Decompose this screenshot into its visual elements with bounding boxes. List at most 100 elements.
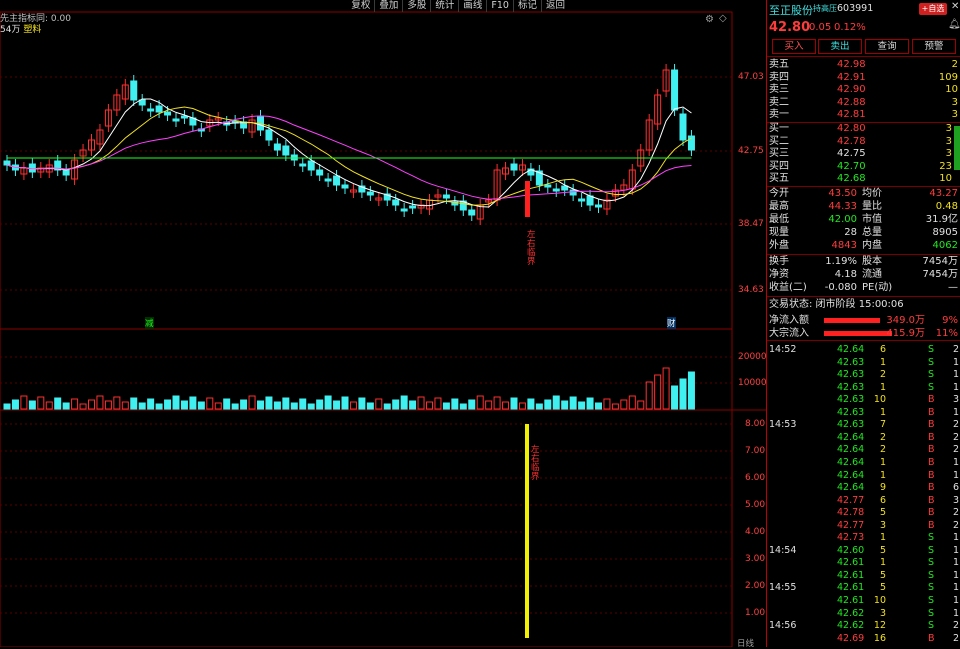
bid-price: 42.70 — [837, 160, 866, 172]
volume-bar — [130, 397, 138, 410]
volume-bar — [358, 397, 366, 410]
toolbar-button-tongji[interactable]: 统计 — [430, 0, 458, 12]
tick-price: 42.62 — [837, 607, 865, 619]
tick-row[interactable]: 42.77 6 B 3 — [767, 495, 960, 508]
tick-row[interactable]: 42.63 1 S 1 — [767, 382, 960, 395]
buy-button[interactable]: 买入 — [772, 39, 816, 54]
tick-row[interactable]: 42.64 9 B 6 — [767, 482, 960, 495]
ask-volume: 3 — [951, 109, 958, 121]
bid-level[interactable]: 买一 42.80 3 — [767, 123, 960, 136]
ask-price: 42.91 — [837, 71, 866, 83]
kline-chart[interactable] — [0, 0, 766, 647]
ask-level[interactable]: 卖三 42.90 10 — [767, 84, 960, 97]
stat-row: 今开 43.50 均价 43.27 — [767, 188, 960, 201]
bid-level[interactable]: 买四 42.70 23 — [767, 161, 960, 174]
ask-price: 42.98 — [837, 59, 866, 70]
tick-price: 42.61 — [837, 595, 865, 606]
add-self-select-button[interactable]: +自选 — [919, 3, 947, 15]
tick-row[interactable]: 42.77 3 B 2 — [767, 520, 960, 533]
tick-row[interactable]: 42.73 1 S 1 — [767, 532, 960, 545]
ask-level-label: 卖五 — [769, 59, 789, 70]
toolbar-button-diejia[interactable]: 叠加 — [374, 0, 402, 12]
bid-volume: 3 — [945, 148, 952, 160]
tick-row[interactable]: 42.63 10 B 3 — [767, 394, 960, 407]
tick-row[interactable]: 14:54 42.60 5 S 1 — [767, 545, 960, 558]
ask-level[interactable]: 卖四 42.91 109 — [767, 72, 960, 85]
volume-bar — [231, 403, 239, 410]
ask-level[interactable]: 卖五 42.98 2 — [767, 59, 960, 72]
tick-row[interactable]: 14:53 42.63 7 B 2 — [767, 419, 960, 432]
volume-tick-label: 20000 — [738, 352, 767, 362]
tick-row[interactable]: 42.78 5 B 2 — [767, 507, 960, 520]
tick-volume: 9 — [879, 482, 886, 494]
tick-row[interactable]: 42.64 1 B 1 — [767, 470, 960, 483]
tick-row[interactable]: 42.61 1 S 1 — [767, 557, 960, 570]
chart-collapse-icon[interactable]: ◇ — [719, 13, 727, 24]
toolbar-button-fanhui[interactable]: 返回 — [540, 0, 569, 12]
tick-row[interactable]: 42.64 2 B 2 — [767, 432, 960, 445]
period-tag[interactable]: 日线 — [737, 637, 754, 649]
sell-button[interactable]: 卖出 — [818, 39, 862, 54]
tick-count: 2 — [952, 444, 959, 456]
tick-count: 2 — [952, 344, 959, 355]
tick-time: 14:55 — [769, 582, 797, 594]
tick-volume: 5 — [879, 507, 886, 519]
bid-level[interactable]: 买五 42.68 10 — [767, 173, 960, 186]
book-scrollbar[interactable] — [954, 126, 960, 170]
tick-row[interactable]: 42.62 3 S 1 — [767, 608, 960, 621]
close-icon[interactable]: ✕ — [951, 1, 959, 12]
tick-side: B — [928, 456, 935, 468]
volume-bar — [290, 402, 298, 410]
volume-bar — [172, 395, 180, 410]
tick-side: S — [928, 532, 935, 544]
candle-body — [544, 184, 552, 188]
tick-row[interactable]: 42.63 1 B 1 — [767, 407, 960, 420]
event-marker-cai[interactable]: 财 — [667, 317, 676, 329]
bell-icon[interactable]: 🔔︎ — [948, 19, 960, 30]
stat-value: 31.9亿 — [925, 214, 958, 225]
volume-bar — [138, 402, 146, 410]
alert-button[interactable]: 预警 — [912, 39, 956, 54]
chart-settings-gear-icon[interactable]: ⚙ — [705, 14, 714, 25]
ask-level-label: 卖四 — [769, 71, 789, 83]
stock-name: 至正股份 — [769, 4, 813, 17]
stat-value: — — [948, 282, 958, 293]
kline-chart-area[interactable]: 复权 叠加 多股 统计 画线 F10 标记 返回 先主指标同: 0.00 54万… — [0, 0, 767, 649]
tick-price: 42.61 — [837, 557, 865, 569]
flow-bar — [824, 318, 880, 323]
tick-row[interactable]: 42.63 1 S 1 — [767, 357, 960, 370]
tick-row[interactable]: 42.64 2 B 2 — [767, 444, 960, 457]
stat-value: 4843 — [831, 240, 857, 251]
query-button[interactable]: 查询 — [865, 39, 909, 54]
toolbar-button-duogu[interactable]: 多股 — [402, 0, 430, 12]
toolbar-button-huaxian[interactable]: 画线 — [458, 0, 486, 12]
tick-side: B — [928, 494, 935, 506]
bid-level[interactable]: 买二 42.78 3 — [767, 136, 960, 149]
tick-row[interactable]: 42.69 16 B 2 — [767, 633, 960, 646]
bid-level[interactable]: 买三 42.75 3 — [767, 148, 960, 161]
tick-row[interactable]: 14:55 42.61 5 S 1 — [767, 582, 960, 595]
tick-row[interactable]: 14:52 42.64 6 S 2 — [767, 344, 960, 357]
ask-level[interactable]: 卖二 42.88 3 — [767, 97, 960, 110]
tick-side: S — [928, 595, 935, 606]
tick-count: 1 — [952, 544, 959, 556]
tick-row[interactable]: 42.61 10 S 1 — [767, 595, 960, 608]
tick-row[interactable]: 42.61 5 S 1 — [767, 570, 960, 583]
event-marker-jian[interactable]: 减 — [145, 317, 154, 329]
candle-body — [510, 163, 518, 171]
tick-price: 42.64 — [837, 344, 865, 355]
bid-volume: 3 — [945, 123, 952, 134]
ask-level[interactable]: 卖一 42.81 3 — [767, 109, 960, 122]
candle-body — [282, 145, 290, 156]
toolbar-button-f10[interactable]: F10 — [486, 0, 513, 12]
volume-bar — [586, 397, 594, 410]
tick-row[interactable]: 42.63 2 S 1 — [767, 369, 960, 382]
toolbar-button-biaoji[interactable]: 标记 — [512, 0, 541, 12]
price-tick-label: 34.63 — [738, 285, 764, 295]
volume-bar — [20, 395, 28, 410]
tick-row[interactable]: 42.64 1 B 1 — [767, 457, 960, 470]
tick-row[interactable]: 14:56 42.62 12 S 2 — [767, 620, 960, 633]
toolbar-button-fuquan[interactable]: 复权 — [347, 0, 374, 12]
stock-tag: 持高压 — [813, 4, 837, 13]
volume-bar — [299, 398, 307, 410]
